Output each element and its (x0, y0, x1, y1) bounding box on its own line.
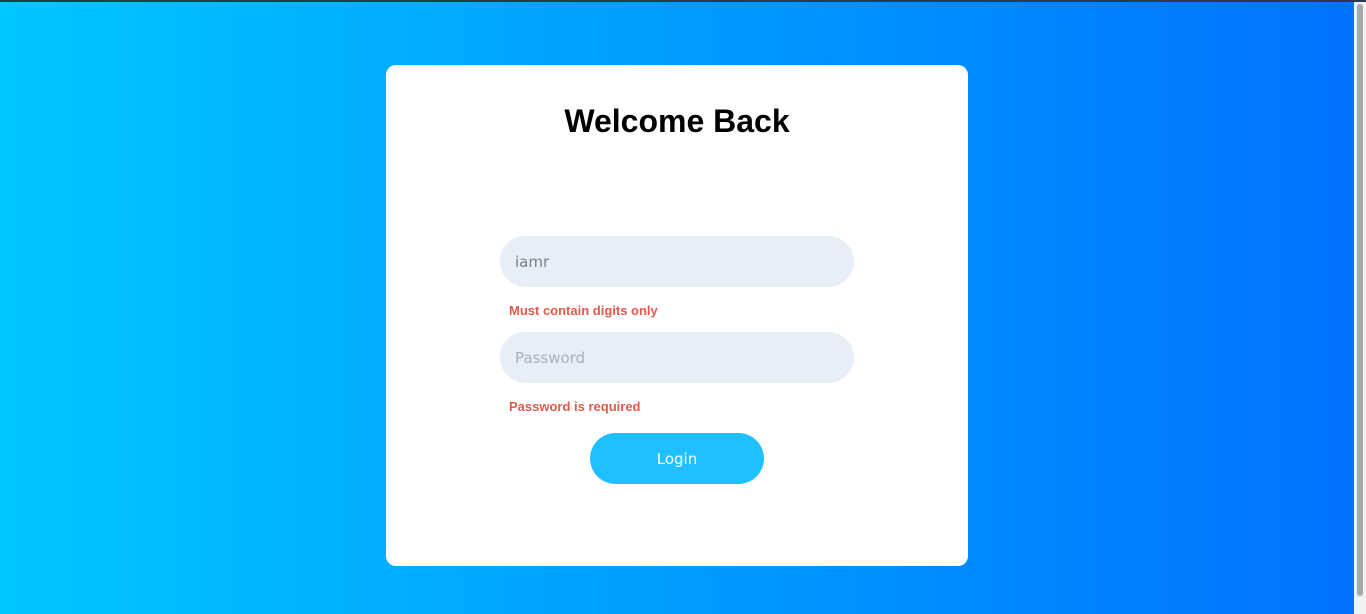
page-background: Welcome Back Must contain digits only Pa… (0, 0, 1366, 614)
password-error-message: Password is required (509, 399, 641, 414)
login-button[interactable]: Login (590, 433, 764, 484)
password-input[interactable] (500, 332, 854, 383)
vertical-scrollbar[interactable] (1354, 2, 1366, 614)
username-input[interactable] (500, 236, 854, 287)
page-title: Welcome Back (564, 103, 790, 139)
username-error-message: Must contain digits only (509, 303, 658, 318)
scrollbar-thumb[interactable] (1357, 4, 1363, 596)
login-card: Welcome Back Must contain digits only Pa… (386, 65, 968, 566)
